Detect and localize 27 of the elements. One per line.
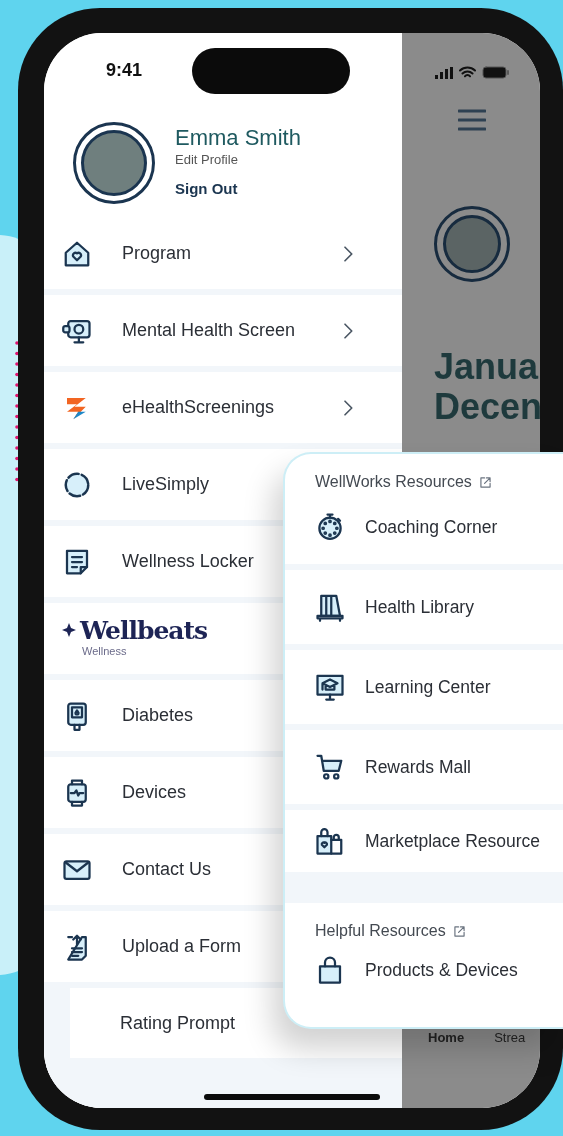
- monitor-graduation-cap-icon: [315, 672, 345, 702]
- popup-menu-item[interactable]: Rewards Mall: [285, 730, 563, 810]
- tab-label[interactable]: Home: [428, 1028, 465, 1048]
- signal-icon: [434, 66, 453, 79]
- avatar-placeholder: [443, 215, 502, 273]
- stopwatch-icon: [315, 512, 345, 542]
- diamond-icon: [62, 623, 76, 638]
- wifi-icon: [458, 66, 476, 79]
- avatar-placeholder: [81, 130, 147, 196]
- battery-icon: [481, 66, 510, 79]
- popup-menu-item[interactable]: Learning Center: [285, 650, 563, 730]
- shopping-cart-icon: [315, 752, 345, 782]
- books-on-shelf-icon: [315, 592, 345, 622]
- shopping-bags-icon: [315, 826, 345, 856]
- popup-menu-item[interactable]: Health Library: [285, 570, 563, 650]
- tab-label[interactable]: Strea: [494, 1028, 526, 1048]
- wellbeats-logo-text: Wellbeats: [80, 617, 208, 643]
- external-link-icon: [453, 926, 465, 937]
- edit-profile-link[interactable]: Edit Profile: [175, 150, 301, 170]
- page-heading: Janua Decen: [433, 347, 540, 428]
- status-time: 9:41: [106, 59, 143, 82]
- menu-icon: [458, 109, 487, 131]
- sign-out-link[interactable]: Sign Out: [175, 177, 301, 201]
- profile-name: Emma Smith: [175, 125, 301, 151]
- popup-menu-item[interactable]: Coaching Corner: [285, 490, 563, 570]
- wellbeats-logo-subtitle: Wellness: [81, 643, 128, 659]
- external-link-icon: [479, 477, 491, 488]
